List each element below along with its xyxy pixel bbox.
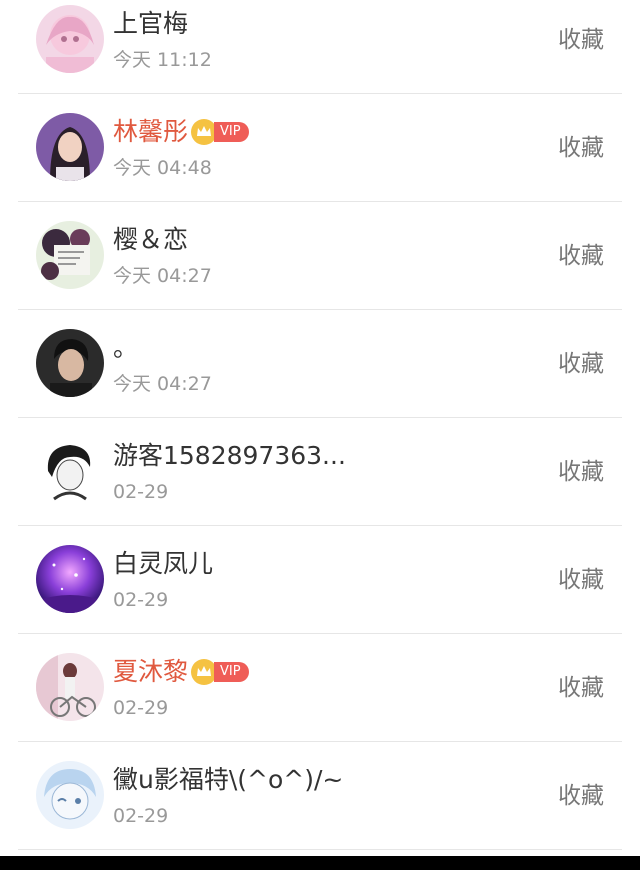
list-item[interactable]: 樱＆恋 今天 04:27 收藏 <box>0 202 640 310</box>
name-line: 上官梅 <box>113 7 188 41</box>
timestamp: 02-29 <box>113 805 169 827</box>
name-line: 林馨彤 VIP <box>113 115 249 149</box>
favorite-button[interactable]: 收藏 <box>558 673 604 703</box>
list-item[interactable]: 夏沐黎 VIP 02-29 收藏 <box>0 634 640 742</box>
contact-name: 夏沐黎 <box>113 657 189 686</box>
favorite-button[interactable]: 收藏 <box>558 457 604 487</box>
name-line: 樱＆恋 <box>113 223 188 257</box>
woman-portrait-avatar[interactable] <box>36 113 104 181</box>
contact-name: 上官梅 <box>113 9 189 38</box>
list-item[interactable]: 林馨彤 VIP 今天 04:48 收藏 <box>0 94 640 202</box>
anime-boy-blue-avatar[interactable] <box>36 761 104 829</box>
man-portrait-avatar[interactable] <box>36 329 104 397</box>
name-line: 。 <box>113 331 138 365</box>
contact-name: 樱＆恋 <box>113 225 189 254</box>
list-item[interactable]: 上官梅 今天 11:12 收藏 <box>0 0 640 94</box>
vip-badge: VIP <box>190 658 249 686</box>
contact-name: 黴u影福特\(^o^)/~ <box>113 765 344 794</box>
vip-badge: VIP <box>190 118 249 146</box>
bottom-edge-bar <box>0 856 640 870</box>
favorite-button[interactable]: 收藏 <box>558 241 604 271</box>
list-item[interactable]: 游客1582897363... 02-29 收藏 <box>0 418 640 526</box>
name-line: 夏沐黎 VIP <box>113 655 249 689</box>
name-line: 游客1582897363... <box>113 439 346 473</box>
favorite-button[interactable]: 收藏 <box>558 781 604 811</box>
timestamp: 今天 04:48 <box>113 157 212 179</box>
list-item[interactable]: 白灵凤儿 02-29 收藏 <box>0 526 640 634</box>
divider <box>18 849 622 850</box>
favorite-button[interactable]: 收藏 <box>558 349 604 379</box>
timestamp: 02-29 <box>113 589 169 611</box>
list-item[interactable]: 。 今天 04:27 收藏 <box>0 310 640 418</box>
contact-name: 林馨彤 <box>113 117 189 146</box>
contact-name: 游客1582897363... <box>113 441 346 470</box>
contact-name: 白灵凤儿 <box>113 549 214 578</box>
vip-label: VIP <box>214 662 249 682</box>
timestamp: 02-29 <box>113 697 169 719</box>
timestamp: 02-29 <box>113 481 169 503</box>
flowers-card-avatar[interactable] <box>36 221 104 289</box>
sketch-boy-avatar[interactable] <box>36 437 104 505</box>
favorite-button[interactable]: 收藏 <box>558 565 604 595</box>
timestamp: 今天 04:27 <box>113 265 212 287</box>
name-line: 白灵凤儿 <box>113 547 213 581</box>
anime-girl-pink-avatar[interactable] <box>36 5 104 73</box>
timestamp: 今天 04:27 <box>113 373 212 395</box>
favorite-button[interactable]: 收藏 <box>558 133 604 163</box>
purple-galaxy-avatar[interactable] <box>36 545 104 613</box>
girl-bicycle-avatar[interactable] <box>36 653 104 721</box>
list-item[interactable]: 黴u影福特\(^o^)/~ 02-29 收藏 <box>0 742 640 850</box>
vip-label: VIP <box>214 122 249 142</box>
favorite-button[interactable]: 收藏 <box>558 25 604 55</box>
name-line: 黴u影福特\(^o^)/~ <box>113 763 343 797</box>
contact-name: 。 <box>113 333 139 362</box>
favorites-list: 上官梅 今天 11:12 收藏 林馨彤 VIP 今天 04:48 收藏 樱＆恋 … <box>0 0 640 856</box>
timestamp: 今天 11:12 <box>113 49 212 71</box>
